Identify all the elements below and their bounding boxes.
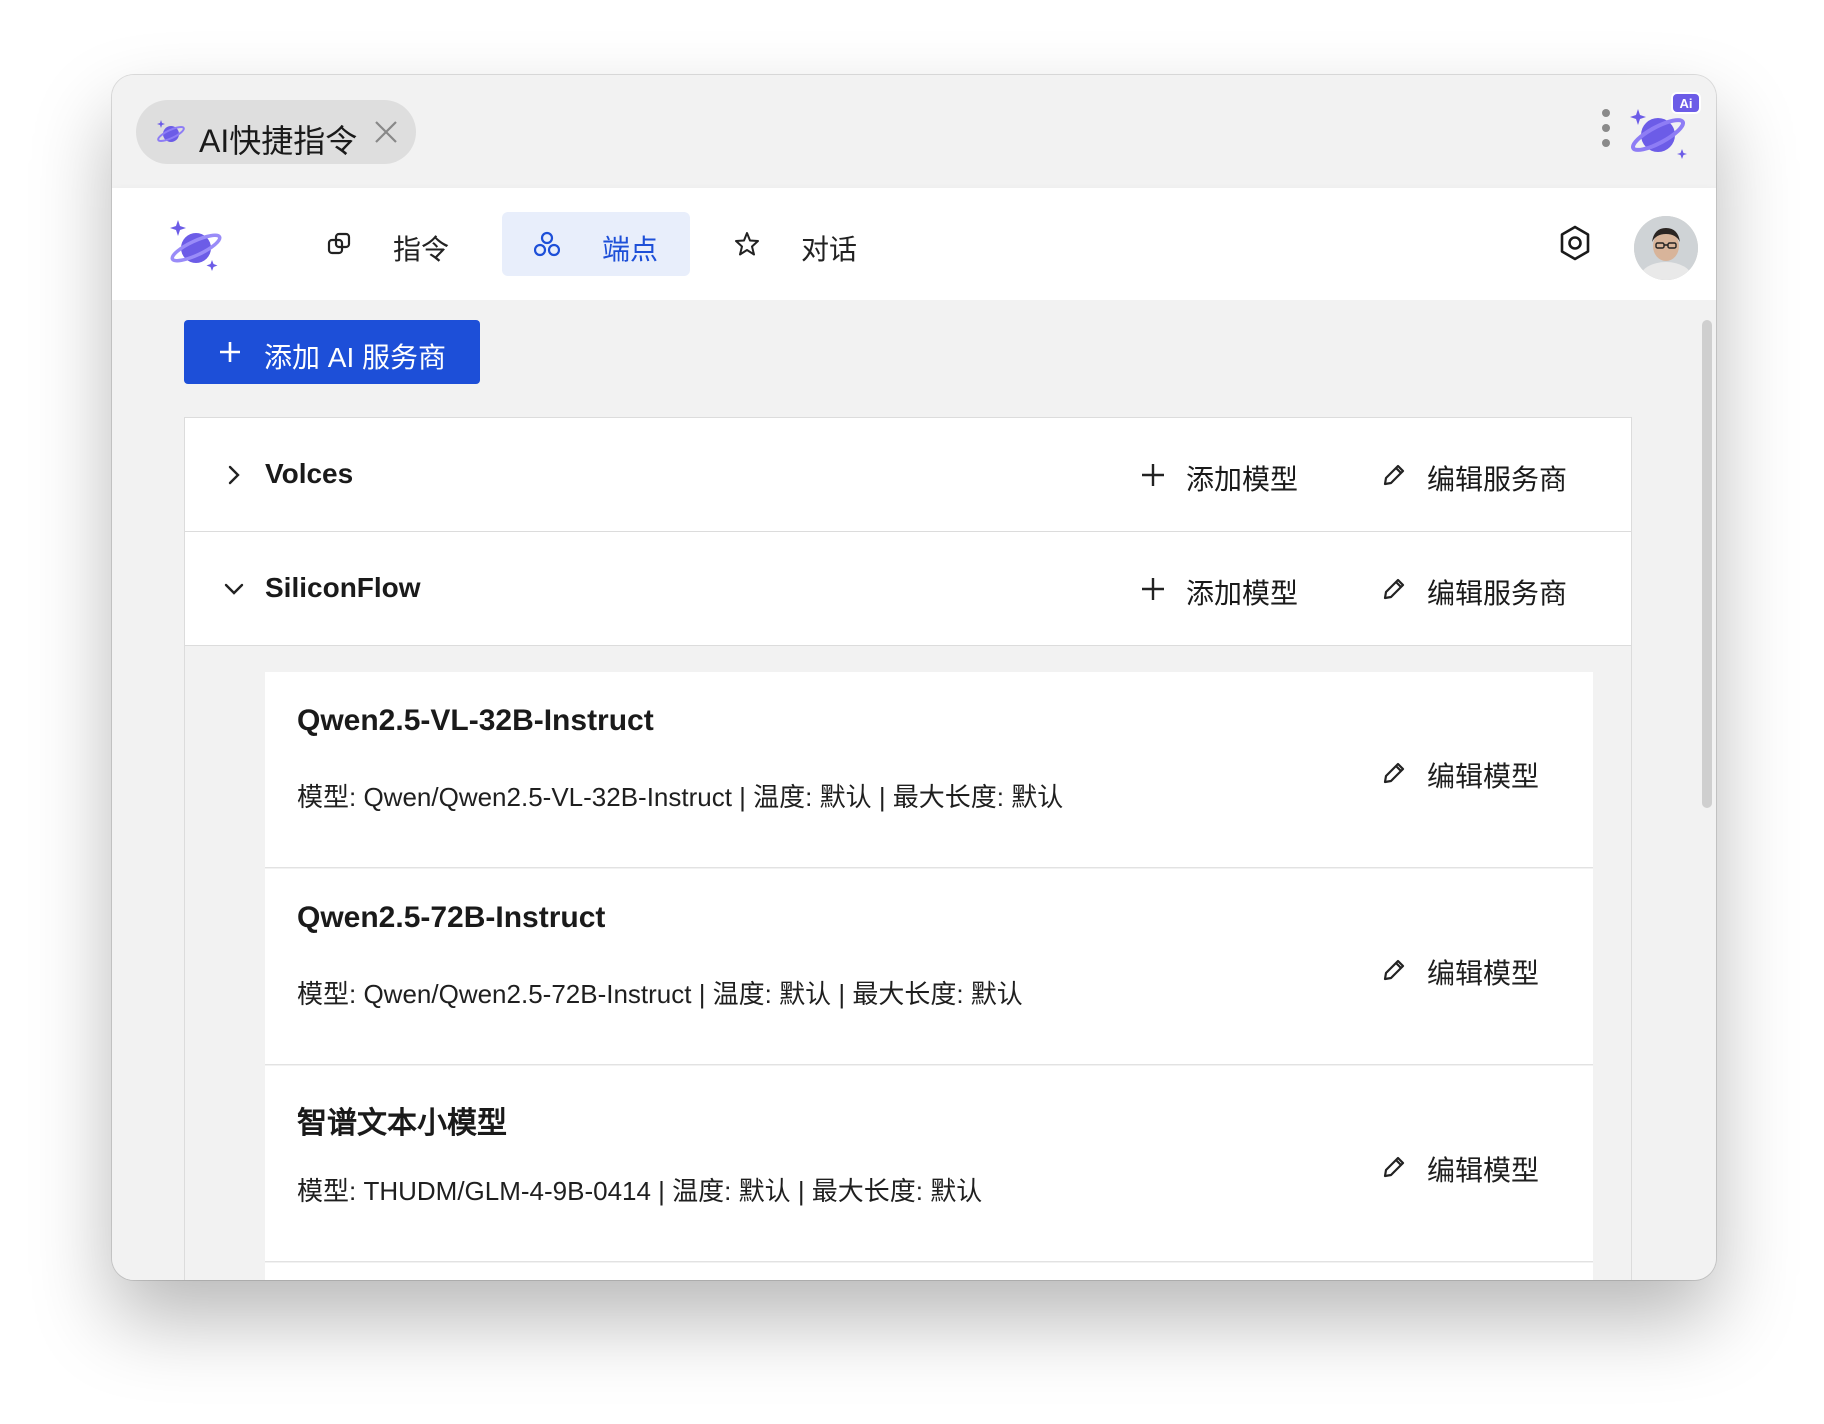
edit-provider-label: 编辑服务商 <box>1427 464 1568 495</box>
nav-label-endpoints: 端点 <box>602 234 659 265</box>
pencil-icon <box>1383 464 1405 486</box>
add-provider-label: 添加 AI 服务商 <box>264 342 447 373</box>
add-model-label: 添加模型 <box>1186 464 1299 495</box>
add-model-button[interactable]: 添加模型 <box>1140 568 1300 609</box>
provider-list: Volces 添加模型 编辑服务商 SiliconFlow 添加模型 编辑服务商… <box>184 417 1632 1280</box>
edit-provider-button[interactable]: 编辑服务商 <box>1381 454 1581 495</box>
model-title: 智谱文本小模型 <box>297 1107 507 1140</box>
model-description: 模型: THUDM/GLM-4-9B-0414 | 温度: 默认 | 最大长度:… <box>297 1176 983 1206</box>
close-icon[interactable] <box>372 118 400 146</box>
planet-logo-icon <box>170 220 222 271</box>
chevron-down-icon[interactable] <box>221 576 247 602</box>
model-title: Qwen2.5-VL-32B-Instruct <box>297 704 654 737</box>
user-avatar[interactable] <box>1634 216 1698 280</box>
model-card: Qwen2.5-72B-Instruct 模型: Qwen/Qwen2.5-72… <box>265 869 1593 1065</box>
avatar-image <box>1634 216 1698 280</box>
ai-badge: Ai <box>1680 96 1693 111</box>
nav-tab-endpoints[interactable]: 端点 <box>502 212 690 276</box>
settings-icon[interactable] <box>1556 224 1594 262</box>
edit-model-label: 编辑模型 <box>1427 1155 1540 1186</box>
star-chat-icon <box>735 232 759 256</box>
title-bar: AI快捷指令 Ai <box>112 75 1716 188</box>
provider-row-siliconflow[interactable]: SiliconFlow 添加模型 编辑服务商 <box>185 532 1631 646</box>
model-card-partial <box>265 1263 1593 1280</box>
model-card: 智谱文本小模型 模型: THUDM/GLM-4-9B-0414 | 温度: 默认… <box>265 1066 1593 1262</box>
model-description: 模型: Qwen/Qwen2.5-72B-Instruct | 温度: 默认 |… <box>297 979 1023 1009</box>
model-description: 模型: Qwen/Qwen2.5-VL-32B-Instruct | 温度: 默… <box>297 782 1064 812</box>
tab-ai-shortcuts[interactable]: AI快捷指令 <box>136 100 416 164</box>
edit-model-label: 编辑模型 <box>1427 958 1540 989</box>
nav-label-chat: 对话 <box>801 234 858 265</box>
main-content: 添加 AI 服务商 Volces 添加模型 编辑服务商 SiliconFlow … <box>112 300 1716 1280</box>
chevron-right-icon[interactable] <box>221 462 247 488</box>
pencil-icon <box>1383 578 1405 600</box>
plus-icon <box>220 342 240 362</box>
pencil-icon <box>1383 959 1405 981</box>
add-provider-button[interactable]: 添加 AI 服务商 <box>184 320 480 384</box>
add-model-button[interactable]: 添加模型 <box>1140 454 1300 495</box>
pencil-icon <box>1383 1156 1405 1178</box>
plus-icon <box>1142 578 1164 600</box>
tab-title: AI快捷指令 <box>199 123 358 159</box>
provider-row-volces[interactable]: Volces 添加模型 编辑服务商 <box>185 418 1631 532</box>
command-icon <box>327 232 351 255</box>
model-card: Qwen2.5-VL-32B-Instruct 模型: Qwen/Qwen2.5… <box>265 672 1593 868</box>
nav-tab-chat[interactable]: 对话 <box>734 212 894 276</box>
nav-label-commands: 指令 <box>393 234 450 265</box>
kebab-menu-icon[interactable] <box>1600 109 1612 153</box>
edit-provider-button[interactable]: 编辑服务商 <box>1381 568 1581 609</box>
endpoints-icon <box>534 231 560 257</box>
vertical-scrollbar[interactable] <box>1702 320 1712 808</box>
edit-model-button[interactable]: 编辑模型 <box>1381 949 1561 989</box>
edit-model-label: 编辑模型 <box>1427 761 1540 792</box>
top-navbar: 指令 端点 对话 <box>112 188 1716 300</box>
nav-tab-commands[interactable]: 指令 <box>326 212 486 276</box>
ai-planet-icon <box>157 120 185 142</box>
ai-planet-icon[interactable]: Ai <box>1630 91 1702 163</box>
edit-model-button[interactable]: 编辑模型 <box>1381 752 1561 792</box>
model-list: Qwen2.5-VL-32B-Instruct 模型: Qwen/Qwen2.5… <box>185 646 1631 1280</box>
app-window: AI快捷指令 Ai 指令 端点 对话 添加 AI 服务商 Volces 添加模型… <box>112 75 1716 1280</box>
edit-provider-label: 编辑服务商 <box>1427 578 1568 609</box>
model-title: Qwen2.5-72B-Instruct <box>297 901 606 934</box>
plus-icon <box>1142 464 1164 486</box>
provider-name: SiliconFlow <box>265 572 421 603</box>
add-model-label: 添加模型 <box>1186 578 1299 609</box>
provider-name: Volces <box>265 458 354 489</box>
edit-model-button[interactable]: 编辑模型 <box>1381 1146 1561 1186</box>
pencil-icon <box>1383 762 1405 784</box>
